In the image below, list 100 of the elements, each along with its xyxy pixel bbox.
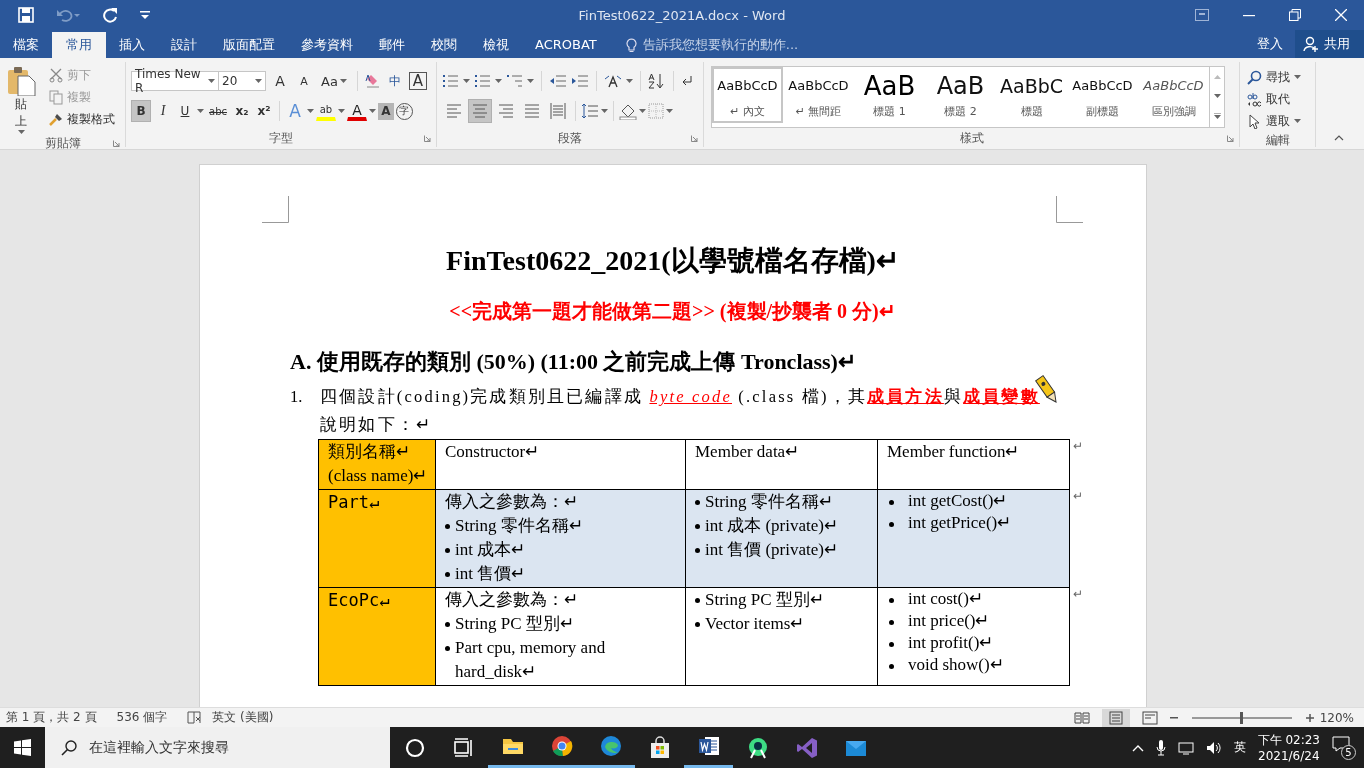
style-gallery-item[interactable]: AaB 標題 1	[854, 67, 925, 123]
sort-icon[interactable]	[648, 73, 666, 89]
ribbon-tab[interactable]: 檢視	[470, 32, 522, 58]
view-print-button[interactable]	[1101, 708, 1130, 727]
language-label[interactable]: 英文 (美國)	[212, 709, 274, 726]
character-border-button[interactable]: A	[408, 72, 427, 90]
dropdown-arrow-icon[interactable]	[527, 79, 534, 83]
ribbon-tab[interactable]: 常用	[52, 32, 106, 58]
ribbon-display-icon[interactable]	[1195, 9, 1209, 21]
clipboard-tool[interactable]: 複製格式	[47, 108, 117, 130]
change-case-button[interactable]: Aa	[318, 70, 350, 92]
paragraph-mark-icon[interactable]	[681, 74, 693, 88]
shrink-font-button[interactable]: A	[294, 70, 314, 92]
ribbon-tab[interactable]: 插入	[106, 32, 158, 58]
grow-font-button[interactable]: A	[270, 70, 290, 92]
bold-button[interactable]: B	[131, 100, 151, 122]
clear-formatting-icon[interactable]	[364, 73, 381, 89]
dropdown-arrow-icon[interactable]	[1294, 119, 1301, 123]
tell-me-field[interactable]: 告訴我您想要執行的動作...	[642, 36, 799, 54]
ribbon-tab[interactable]: 版面配置	[210, 32, 288, 58]
dropdown-arrow-icon[interactable]	[639, 109, 646, 113]
dropdown-arrow-icon[interactable]	[17, 130, 25, 134]
editing-tool[interactable]: 取代	[1245, 88, 1303, 110]
dialog-launcher-icon[interactable]	[424, 135, 431, 142]
undo-icon[interactable]	[56, 7, 80, 23]
ribbon-tab[interactable]: 檔案	[0, 32, 52, 58]
redo-icon[interactable]	[102, 7, 118, 23]
taskbar-clock[interactable]: 下午 02:23 2021/6/24	[1257, 731, 1320, 764]
ribbon-tab[interactable]: 郵件	[366, 32, 418, 58]
microphone-icon[interactable]	[1155, 739, 1166, 756]
taskbar-search-field[interactable]: 在這裡輸入文字來搜尋	[45, 727, 390, 768]
italic-button[interactable]: I	[153, 100, 173, 122]
bullets-icon[interactable]	[442, 73, 459, 89]
dropdown-arrow-icon[interactable]	[626, 79, 633, 83]
sub-button[interactable]: x₂	[232, 100, 252, 122]
sign-in-link[interactable]: 登入	[1245, 30, 1295, 58]
style-gallery-item[interactable]: AaBbCcD 區別強調	[1138, 67, 1209, 123]
more-styles-icon[interactable]	[1213, 113, 1221, 120]
increase-indent-icon[interactable]	[571, 74, 589, 88]
ribbon-tab[interactable]: ACROBAT	[522, 32, 610, 58]
collapse-ribbon-icon[interactable]	[1334, 135, 1344, 141]
shading-bucket-icon[interactable]	[619, 102, 637, 120]
network-icon[interactable]	[1177, 740, 1194, 755]
style-gallery-item[interactable]: AaB 標題 2	[925, 67, 996, 123]
dropdown-arrow-icon[interactable]	[307, 109, 314, 113]
style-gallery-item[interactable]: AaBbCcD ↵ 內文	[712, 67, 783, 123]
page-count[interactable]: 第 1 頁，共 2 頁	[6, 709, 97, 726]
dropdown-arrow-icon[interactable]	[338, 109, 345, 113]
dropdown-arrow-icon[interactable]	[369, 109, 376, 113]
dialog-launcher-icon[interactable]	[1227, 135, 1234, 142]
style-gallery-item[interactable]: AaBbC 標題	[996, 67, 1067, 123]
font-size-field[interactable]: 20	[218, 71, 266, 91]
highlight-button[interactable]: ab	[316, 101, 336, 121]
proofing-icon[interactable]	[187, 711, 203, 724]
editing-tool[interactable]: 尋找	[1245, 66, 1303, 88]
style-gallery-item[interactable]: AaBbCcD 副標題	[1067, 67, 1138, 123]
dropdown-arrow-icon[interactable]	[495, 79, 502, 83]
multilevel-list-icon[interactable]	[506, 73, 523, 89]
word-count[interactable]: 536 個字	[116, 709, 168, 726]
dropdown-arrow-icon[interactable]	[666, 109, 673, 113]
speaker-icon[interactable]	[1205, 740, 1222, 755]
dialog-launcher-icon[interactable]	[113, 140, 120, 147]
document-app-icon[interactable]	[696, 734, 721, 758]
zoom-slider-thumb[interactable]	[1240, 711, 1244, 724]
share-button[interactable]: 共用	[1295, 30, 1364, 58]
dropdown-arrow-icon[interactable]	[197, 109, 204, 113]
zoom-out-icon[interactable]	[1169, 716, 1178, 719]
zoom-level[interactable]: 120%	[1319, 710, 1354, 725]
input-method-indicator[interactable]: 英	[1233, 739, 1246, 756]
notification-button[interactable]: 5	[1332, 735, 1356, 760]
ribbon-tab[interactable]: 校閱	[418, 32, 470, 58]
underline-button[interactable]: U	[175, 100, 195, 122]
restore-icon[interactable]	[1289, 9, 1301, 21]
phonetic-guide-button[interactable]: 中	[384, 70, 405, 92]
text-direction-icon[interactable]	[604, 74, 622, 88]
ribbon-tab[interactable]: 設計	[158, 32, 210, 58]
font-color-button[interactable]: A	[347, 101, 367, 121]
paste-button[interactable]: 貼上	[5, 64, 37, 135]
dropdown-arrow-icon[interactable]	[208, 79, 215, 83]
strike-button[interactable]: abc	[206, 100, 230, 122]
dropdown-arrow-icon[interactable]	[463, 79, 470, 83]
dropdown-arrow-icon[interactable]	[255, 79, 262, 83]
numbering-icon[interactable]	[474, 73, 491, 89]
visual-studio-icon[interactable]	[794, 735, 819, 760]
dropdown-arrow-icon[interactable]	[1294, 75, 1301, 79]
dropdown-arrow-icon[interactable]	[601, 109, 608, 113]
zoom-in-icon[interactable]	[1305, 713, 1314, 722]
customize-menu-icon[interactable]	[140, 11, 150, 19]
editing-tool[interactable]: 選取	[1245, 110, 1303, 132]
dialog-launcher-icon[interactable]	[691, 135, 698, 142]
style-gallery-item[interactable]: AaBbCcD ↵ 無間距	[783, 67, 854, 123]
character-shading-button[interactable]: A	[378, 102, 394, 120]
windows-start-icon[interactable]	[14, 739, 31, 756]
chrome-icon[interactable]	[549, 734, 574, 758]
ribbon-tab[interactable]: 參考資料	[288, 32, 366, 58]
dropdown-arrow-icon[interactable]	[339, 79, 347, 83]
save-icon[interactable]	[18, 7, 34, 23]
edge-icon[interactable]	[598, 734, 623, 758]
line-spacing-icon[interactable]	[581, 103, 599, 119]
close-icon[interactable]	[1335, 9, 1347, 21]
